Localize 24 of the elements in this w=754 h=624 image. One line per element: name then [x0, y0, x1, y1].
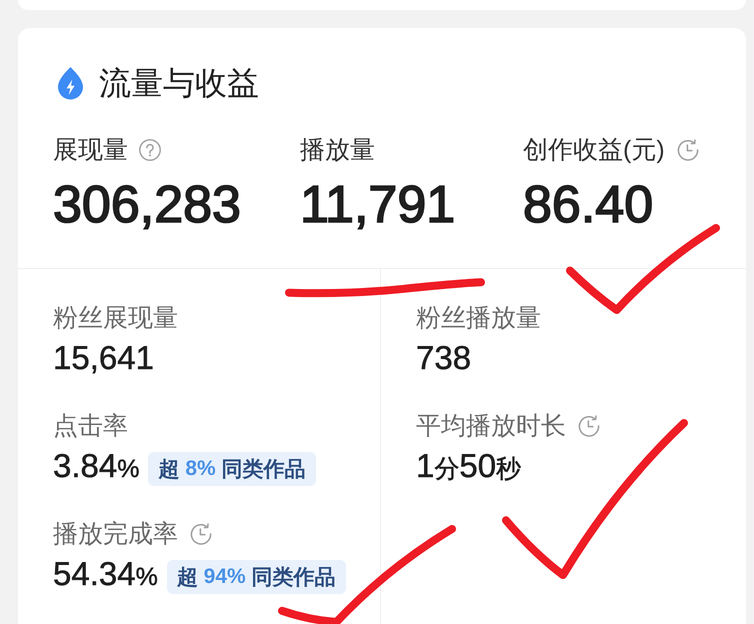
metric-label: 粉丝播放量	[416, 303, 541, 333]
metric-label: 展现量	[53, 135, 128, 165]
metric-label: 点击率	[53, 411, 128, 441]
metric-value: 738	[416, 338, 472, 378]
metric-label: 粉丝展现量	[53, 303, 178, 333]
history-icon[interactable]	[676, 138, 700, 162]
percentile-badge: 超 8% 同类作品	[148, 452, 316, 486]
history-icon[interactable]	[189, 522, 213, 546]
percentile-badge: 超 94% 同类作品	[166, 560, 346, 594]
lightning-drop-icon	[55, 66, 86, 100]
metric-value: 86.40	[523, 175, 654, 235]
metric-value: 3.84%	[53, 446, 140, 486]
metric-label: 播放量	[300, 135, 375, 165]
metric-value: 11,791	[300, 175, 456, 235]
help-icon[interactable]	[139, 139, 161, 161]
metric-label: 播放完成率	[53, 519, 178, 549]
metric-value: 1分50秒	[416, 446, 522, 486]
metric-label: 平均播放时长	[416, 411, 566, 441]
history-icon[interactable]	[577, 414, 601, 438]
metric-value: 15,641	[53, 338, 154, 378]
metric-label: 创作收益(元)	[523, 135, 665, 165]
section-title: 流量与收益	[99, 65, 259, 101]
metric-value: 306,283	[53, 175, 241, 235]
metric-value: 54.34%	[53, 554, 158, 594]
